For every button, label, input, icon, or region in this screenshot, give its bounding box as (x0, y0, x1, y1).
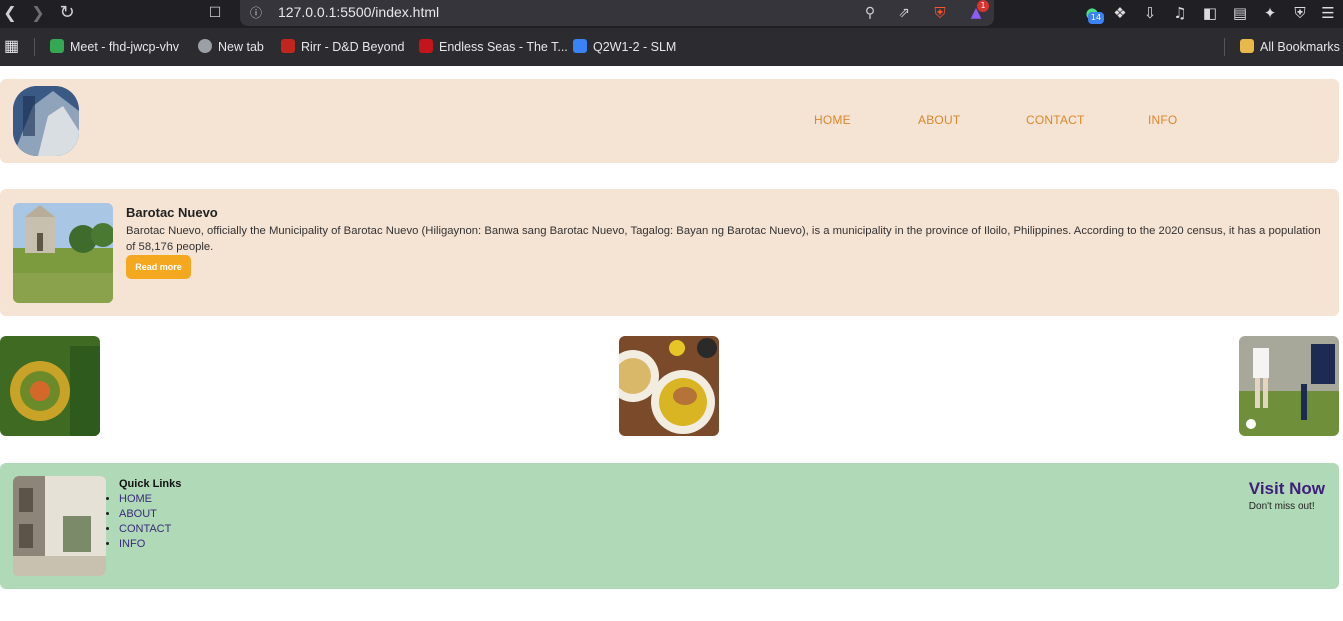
download-icon[interactable]: ⇩ (1140, 3, 1160, 23)
bookmark-page-icon[interactable]: ☐ (205, 3, 225, 23)
extensions-puzzle-icon[interactable]: ❖ (1110, 3, 1130, 23)
bookmark-item[interactable]: New tab (198, 38, 264, 56)
wallet-icon[interactable]: ▤ (1230, 3, 1250, 23)
bookmark-label: Meet - fhd-jwcp-vhv (70, 40, 180, 54)
nav-info[interactable]: INFO (1148, 113, 1177, 127)
gallery-image-garden[interactable] (0, 336, 100, 436)
nav-about[interactable]: ABOUT (918, 113, 960, 127)
vpn-shield-icon[interactable]: ⛨ (1290, 3, 1310, 23)
bookmark-label: Rirr - D&D Beyond (301, 40, 405, 54)
bookmark-label: New tab (218, 40, 264, 54)
notification-badge: 1 (977, 0, 989, 12)
site-logo[interactable] (13, 86, 79, 156)
footer-link-info[interactable]: INFO (119, 537, 171, 552)
browser-chrome: ❮ ❯ ↻ ☐ ⓘ 127.0.0.1:5500/index.html ⚲ ⇗ … (0, 0, 1343, 66)
all-bookmarks-label: All Bookmarks (1260, 40, 1340, 54)
reload-icon[interactable]: ↻ (57, 3, 77, 23)
b-logo-icon (419, 39, 433, 53)
bookmark-item[interactable]: Meet - fhd-jwcp-vhv (50, 38, 179, 56)
gallery-image-football[interactable] (1239, 336, 1339, 436)
back-icon[interactable]: ❮ (0, 3, 20, 23)
google-meet-icon (50, 39, 64, 53)
share-icon[interactable]: ⇗ (894, 3, 914, 23)
bookmark-item[interactable]: Rirr - D&D Beyond (281, 38, 405, 56)
church-image (13, 203, 113, 303)
read-more-button[interactable]: Read more (126, 255, 191, 279)
zoom-icon[interactable]: ⚲ (860, 3, 880, 23)
site-info-icon[interactable]: ⓘ (246, 3, 266, 23)
footer-link-home[interactable]: HOME (119, 492, 171, 507)
apps-grid-icon[interactable]: ▦ (4, 38, 19, 56)
feature-card: Barotac Nuevo Barotac Nuevo, officially … (0, 189, 1339, 316)
bookmark-item[interactable]: Q2W1-2 - SLM (573, 38, 676, 56)
site-header: HOME ABOUT CONTACT INFO (0, 79, 1339, 163)
visit-now-title[interactable]: Visit Now (1249, 479, 1325, 499)
visit-now-subtitle: Don't miss out! (1248, 501, 1315, 512)
forward-icon[interactable]: ❯ (28, 3, 48, 23)
footer-link-about[interactable]: ABOUT (119, 507, 171, 522)
footer-street-image (13, 476, 106, 576)
globe-icon (198, 39, 212, 53)
extension-badge: 14 (1088, 12, 1104, 24)
garden-image (0, 336, 100, 436)
sidebar-icon[interactable]: ◧ (1200, 3, 1220, 23)
gallery-image-food[interactable] (619, 336, 719, 436)
leo-ai-icon[interactable]: ✦ (1260, 3, 1280, 23)
bookmark-label: Endless Seas - The T... (439, 40, 568, 54)
footer-link-contact[interactable]: CONTACT (119, 522, 171, 537)
quick-links-title: Quick Links (119, 478, 182, 490)
folder-icon (1240, 39, 1254, 53)
nav-contact[interactable]: CONTACT (1026, 113, 1085, 127)
address-bar[interactable]: ⓘ 127.0.0.1:5500/index.html ⚲ ⇗ ⛨ ▲ 1 (240, 0, 994, 26)
bookmark-label: Q2W1-2 - SLM (593, 40, 677, 54)
food-image (619, 336, 719, 436)
nav-home[interactable]: HOME (814, 113, 851, 127)
menu-icon[interactable]: ☰ (1318, 3, 1338, 23)
logo-image (13, 86, 79, 156)
feature-description: Barotac Nuevo, officially the Municipali… (126, 225, 1321, 253)
bookmarks-bar: ▦ Meet - fhd-jwcp-vhv New tab Rirr - D&D… (0, 28, 1343, 66)
site-footer: Quick Links HOME ABOUT CONTACT INFO Visi… (0, 463, 1339, 589)
bookmark-item[interactable]: Endless Seas - The T... (419, 38, 568, 56)
dnd-beyond-icon (281, 39, 295, 53)
feature-title: Barotac Nuevo (126, 205, 218, 220)
visit-now-section: Visit Now Don't miss out! (1249, 479, 1325, 512)
brave-shields-icon[interactable]: ⛨ (930, 3, 950, 23)
music-icon[interactable]: ♫ (1170, 3, 1190, 23)
url-text[interactable]: 127.0.0.1:5500/index.html (278, 4, 439, 20)
quick-links-list: HOME ABOUT CONTACT INFO (119, 492, 171, 552)
address-row: ❮ ❯ ↻ ☐ ⓘ 127.0.0.1:5500/index.html ⚲ ⇗ … (0, 0, 1343, 28)
all-bookmarks-item[interactable]: All Bookmarks (1240, 38, 1340, 56)
classroom-icon (573, 39, 587, 53)
football-image (1239, 336, 1339, 436)
